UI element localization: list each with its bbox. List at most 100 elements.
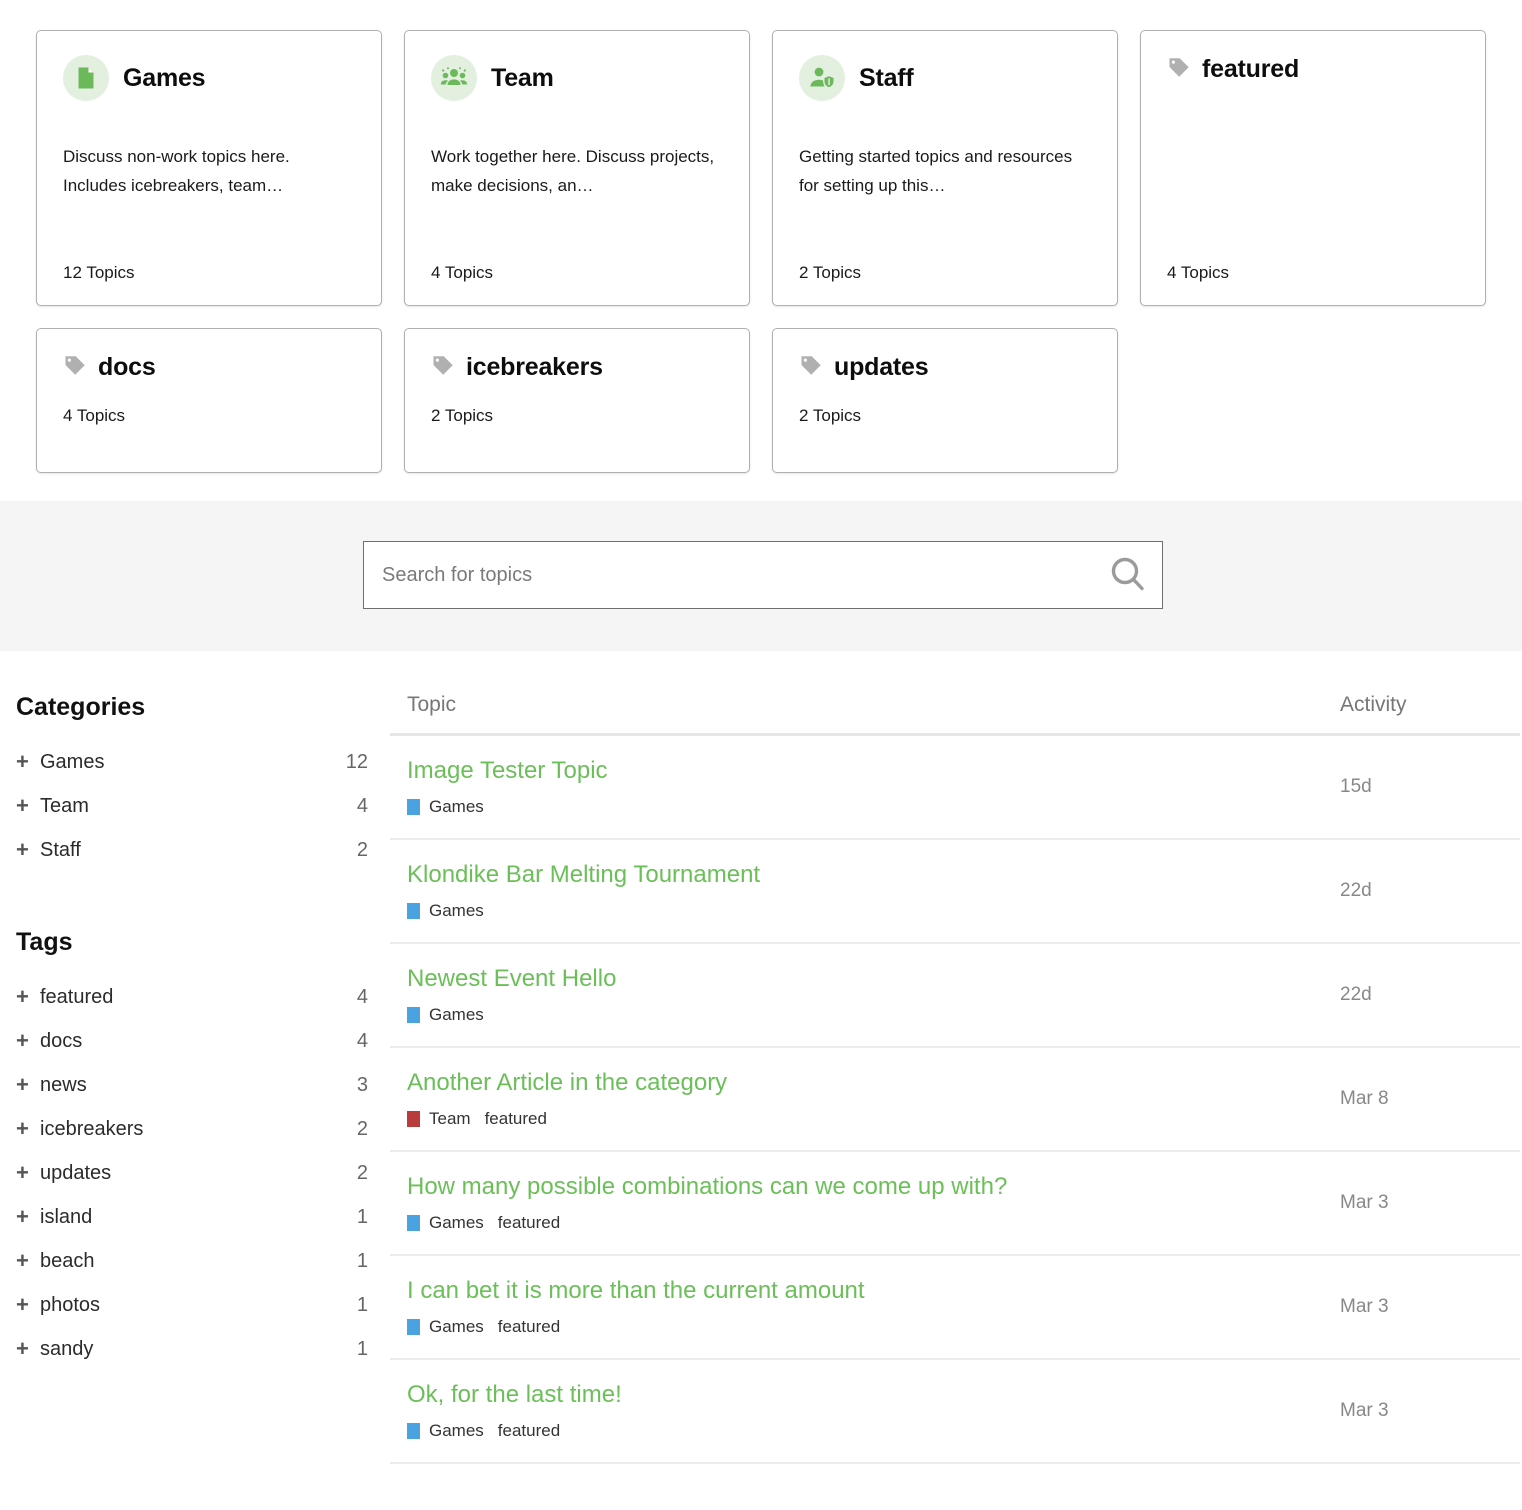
category-chip[interactable]: Games — [407, 901, 484, 921]
category-card-games[interactable]: Games Discuss non-work topics here. Inclu… — [36, 30, 382, 306]
tag-card-updates[interactable]: updates 2 Topics — [772, 328, 1118, 473]
table-row[interactable]: I can bet it is more than the current am… — [390, 1256, 1520, 1360]
sidebar-tag-item-sandy[interactable]: + sandy 1 — [16, 1327, 390, 1371]
table-row[interactable]: How many possible combinations can we co… — [390, 1152, 1520, 1256]
topic-cell: How many possible combinations can we co… — [390, 1173, 1340, 1233]
topic-title-link[interactable]: Newest Event Hello — [407, 965, 616, 994]
sidebar-tag-item-news[interactable]: + news 3 — [16, 1063, 390, 1107]
tag-chip-featured[interactable]: featured — [498, 1213, 560, 1233]
topic-title-link[interactable]: Image Tester Topic — [407, 757, 608, 786]
tag-chip-featured[interactable]: featured — [498, 1421, 560, 1441]
tag-card-featured[interactable]: featured 4 Topics — [1140, 30, 1486, 306]
category-card-staff[interactable]: Staff Getting started topics and resource… — [772, 30, 1118, 306]
category-chip-label: Games — [429, 1420, 484, 1440]
category-chip[interactable]: Team — [407, 1109, 471, 1129]
card-header: Games — [63, 55, 355, 101]
table-row[interactable]: Ok, for the last time! Games featured Mar 3 — [390, 1360, 1520, 1464]
sidebar-tag-item-featured[interactable]: + featured 4 — [16, 975, 390, 1019]
expand-icon[interactable]: + — [16, 1118, 40, 1140]
expand-icon[interactable]: + — [16, 1250, 40, 1272]
topic-cell: Ok, for the last time! Games featured — [390, 1381, 1340, 1441]
expand-icon[interactable]: + — [16, 1206, 40, 1228]
category-chip[interactable]: Games — [407, 1005, 484, 1025]
tag-card-icebreakers[interactable]: icebreakers 2 Topics — [404, 328, 750, 473]
category-color-swatch — [407, 798, 420, 815]
sidebar-category-item-team[interactable]: + Team 4 — [16, 784, 390, 828]
card-title: docs — [98, 353, 156, 381]
table-row[interactable]: Another Article in the category Team featu… — [390, 1048, 1520, 1152]
expand-icon[interactable]: + — [16, 1294, 40, 1316]
sidebar-category-item-games[interactable]: + Games 12 — [16, 740, 390, 784]
category-chip[interactable]: Games — [407, 1317, 484, 1337]
tag-icon — [1167, 55, 1191, 84]
topic-title-link[interactable]: How many possible combinations can we co… — [407, 1173, 1007, 1202]
category-chip[interactable]: Games — [407, 1421, 484, 1441]
tag-icon — [799, 353, 823, 382]
table-row[interactable]: Klondike Bar Melting Tournament Games 22d — [390, 840, 1520, 944]
tag-icon — [431, 353, 455, 382]
group-people-icon — [431, 55, 477, 101]
sidebar-tag-item-beach[interactable]: + beach 1 — [16, 1239, 390, 1283]
person-shield-icon — [799, 55, 845, 101]
topic-table: Topic Activity Image Tester Topic Games 15… — [390, 693, 1522, 1464]
document-icon — [63, 55, 109, 101]
sidebar-item-count: 1 — [356, 1293, 368, 1316]
card-header: Team — [431, 55, 723, 101]
sidebar-item-label: beach — [40, 1249, 95, 1272]
topic-title-link[interactable]: Another Article in the category — [407, 1069, 727, 1098]
sidebar-item-label: sandy — [40, 1337, 94, 1360]
category-chip[interactable]: Games — [407, 1213, 484, 1233]
category-color-swatch — [407, 902, 420, 919]
card-topic-count: 2 Topics — [431, 406, 494, 425]
category-card-team[interactable]: Team Work together here. Discuss projects… — [404, 30, 750, 306]
sidebar-item-count: 2 — [356, 838, 368, 861]
sidebar-item-label: photos — [40, 1293, 101, 1316]
column-header-activity[interactable]: Activity — [1340, 693, 1520, 717]
card-topic-count: 4 Topics — [431, 263, 494, 282]
card-row-tags: docs 4 Topics icebreakers 2 Topics updates 2 … — [36, 328, 1486, 473]
tag-card-docs[interactable]: docs 4 Topics — [36, 328, 382, 473]
sidebar-tag-item-icebreakers[interactable]: + icebreakers 2 — [16, 1107, 390, 1151]
category-chip-label: Games — [429, 1212, 484, 1232]
sidebar-tag-item-photos[interactable]: + photos 1 — [16, 1283, 390, 1327]
search-input[interactable] — [363, 541, 1163, 609]
expand-icon[interactable]: + — [16, 1074, 40, 1096]
expand-icon[interactable]: + — [16, 986, 40, 1008]
table-row[interactable]: Newest Event Hello Games 22d — [390, 944, 1520, 1048]
expand-icon[interactable]: + — [16, 1030, 40, 1052]
tag-chip-featured[interactable]: featured — [498, 1317, 560, 1337]
sidebar-item-count: 4 — [356, 1029, 368, 1052]
topic-title-link[interactable]: I can bet it is more than the current am… — [407, 1277, 865, 1306]
sidebar: Categories + Games 12 + Team 4 + Staff 2 Tags + f… — [0, 693, 390, 1464]
sidebar-item-label: updates — [40, 1161, 112, 1184]
sidebar-item-count: 2 — [356, 1117, 368, 1140]
sidebar-category-item-staff[interactable]: + Staff 2 — [16, 828, 390, 872]
expand-icon[interactable]: + — [16, 1338, 40, 1360]
search-submit-button[interactable] — [1107, 554, 1149, 596]
table-row[interactable]: Image Tester Topic Games 15d — [390, 736, 1520, 840]
sidebar-item-count: 12 — [345, 750, 368, 773]
category-chip-label: Games — [429, 900, 484, 920]
expand-icon[interactable]: + — [16, 1162, 40, 1184]
sidebar-tag-item-updates[interactable]: + updates 2 — [16, 1151, 390, 1195]
sidebar-tag-item-docs[interactable]: + docs 4 — [16, 1019, 390, 1063]
main-lower-section: Categories + Games 12 + Team 4 + Staff 2 Tags + f… — [0, 651, 1522, 1464]
expand-icon[interactable]: + — [16, 839, 40, 861]
category-chip[interactable]: Games — [407, 797, 484, 817]
topic-cell: Newest Event Hello Games — [390, 965, 1340, 1025]
column-header-topic[interactable]: Topic — [390, 693, 1340, 717]
card-title: Games — [123, 63, 206, 92]
topic-title-link[interactable]: Ok, for the last time! — [407, 1381, 622, 1410]
expand-icon[interactable]: + — [16, 751, 40, 773]
topic-meta: Games featured — [407, 1317, 1340, 1337]
sidebar-tag-item-island[interactable]: + island 1 — [16, 1195, 390, 1239]
activity-cell: Mar 3 — [1340, 1400, 1389, 1421]
sidebar-item-label: featured — [40, 985, 114, 1008]
sidebar-tag-list: + featured 4 + docs 4 + news 3 + icebreakers 2 + upda… — [16, 975, 390, 1371]
tag-chip-featured[interactable]: featured — [485, 1109, 547, 1129]
sidebar-item-label: news — [40, 1073, 87, 1096]
card-header: icebreakers — [431, 353, 723, 382]
expand-icon[interactable]: + — [16, 795, 40, 817]
topic-title-link[interactable]: Klondike Bar Melting Tournament — [407, 861, 760, 890]
topic-table-header: Topic Activity — [390, 693, 1520, 736]
